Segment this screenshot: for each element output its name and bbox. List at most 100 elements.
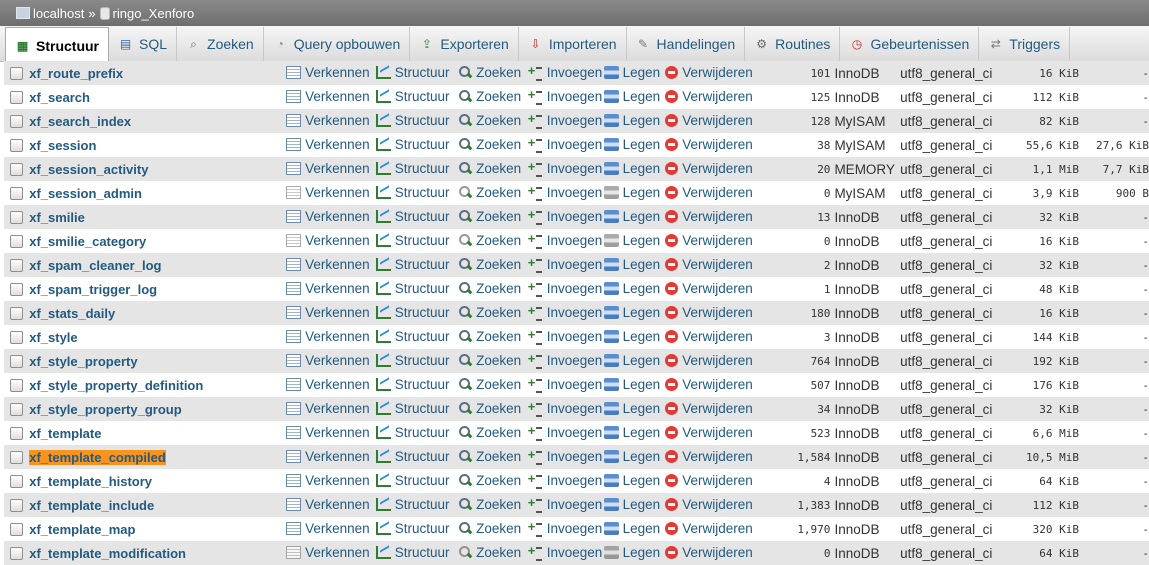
empty-action[interactable]: Legen <box>603 137 660 152</box>
table-name-link[interactable]: xf_session_activity <box>29 162 148 177</box>
table-name-link[interactable]: xf_route_prefix <box>29 66 123 81</box>
search-action[interactable]: Zoeken <box>459 209 521 224</box>
row-checkbox[interactable] <box>10 547 24 561</box>
insert-action[interactable]: Invoegen <box>528 87 602 105</box>
search-action[interactable]: Zoeken <box>459 161 521 176</box>
search-action[interactable]: Zoeken <box>459 545 521 560</box>
browse-action[interactable]: Verkennen <box>286 449 370 464</box>
table-name-link[interactable]: xf_smilie_category <box>29 234 146 249</box>
search-action[interactable]: Zoeken <box>459 329 521 344</box>
structure-action[interactable]: Structuur <box>375 161 450 176</box>
row-checkbox[interactable] <box>10 427 24 441</box>
empty-action[interactable]: Legen <box>603 281 660 296</box>
search-action[interactable]: Zoeken <box>459 185 521 200</box>
table-name-link[interactable]: xf_smilie <box>29 210 85 225</box>
browse-action[interactable]: Verkennen <box>286 353 370 368</box>
search-action[interactable]: Zoeken <box>459 401 521 416</box>
structure-action[interactable]: Structuur <box>375 329 450 344</box>
insert-action[interactable]: Invoegen <box>528 447 602 465</box>
empty-action[interactable]: Legen <box>603 473 660 488</box>
table-name-link[interactable]: xf_search_index <box>29 114 131 129</box>
tab-query-opbouwen[interactable]: ◔ Query opbouwen <box>264 27 411 61</box>
server-label[interactable]: localhost <box>33 6 84 21</box>
insert-action[interactable]: Invoegen <box>528 519 602 537</box>
row-checkbox[interactable] <box>10 499 24 513</box>
browse-action[interactable]: Verkennen <box>286 401 370 416</box>
table-name-link[interactable]: xf_template <box>29 426 101 441</box>
empty-action[interactable]: Legen <box>603 545 660 560</box>
insert-action[interactable]: Invoegen <box>528 471 602 489</box>
drop-action[interactable]: Verwijderen <box>665 233 753 248</box>
structure-action[interactable]: Structuur <box>375 185 450 200</box>
empty-action[interactable]: Legen <box>603 233 660 248</box>
drop-action[interactable]: Verwijderen <box>665 377 753 392</box>
structure-action[interactable]: Structuur <box>375 281 450 296</box>
table-name-link[interactable]: xf_session <box>29 138 96 153</box>
empty-action[interactable]: Legen <box>603 329 660 344</box>
structure-action[interactable]: Structuur <box>375 425 450 440</box>
structure-action[interactable]: Structuur <box>375 305 450 320</box>
row-checkbox[interactable] <box>10 307 24 321</box>
drop-action[interactable]: Verwijderen <box>665 209 753 224</box>
row-checkbox[interactable] <box>10 211 24 225</box>
insert-action[interactable]: Invoegen <box>528 495 602 513</box>
table-name-link[interactable]: xf_session_admin <box>29 186 142 201</box>
row-checkbox[interactable] <box>10 403 24 417</box>
empty-action[interactable]: Legen <box>603 305 660 320</box>
drop-action[interactable]: Verwijderen <box>665 89 753 104</box>
search-action[interactable]: Zoeken <box>459 257 521 272</box>
insert-action[interactable]: Invoegen <box>528 111 602 129</box>
row-checkbox[interactable] <box>10 355 24 369</box>
tab-sql[interactable]: ▤ SQL <box>109 27 178 61</box>
insert-action[interactable]: Invoegen <box>528 543 602 561</box>
tab-routines[interactable]: ⚙ Routines <box>745 27 841 61</box>
search-action[interactable]: Zoeken <box>459 281 521 296</box>
table-name-link[interactable]: xf_stats_daily <box>29 306 115 321</box>
structure-action[interactable]: Structuur <box>375 353 450 368</box>
breadcrumb-server[interactable]: localhost <box>16 6 84 21</box>
row-checkbox[interactable] <box>10 475 24 489</box>
structure-action[interactable]: Structuur <box>375 209 450 224</box>
empty-action[interactable]: Legen <box>603 449 660 464</box>
row-checkbox[interactable] <box>10 163 24 177</box>
search-action[interactable]: Zoeken <box>459 473 521 488</box>
tab-structuur[interactable]: ▦ Structuur <box>5 27 109 63</box>
insert-action[interactable]: Invoegen <box>528 375 602 393</box>
search-action[interactable]: Zoeken <box>459 305 521 320</box>
drop-action[interactable]: Verwijderen <box>665 449 753 464</box>
row-checkbox[interactable] <box>10 67 24 81</box>
insert-action[interactable]: Invoegen <box>528 207 602 225</box>
drop-action[interactable]: Verwijderen <box>665 521 753 536</box>
browse-action[interactable]: Verkennen <box>286 209 370 224</box>
structure-action[interactable]: Structuur <box>375 89 450 104</box>
insert-action[interactable]: Invoegen <box>528 63 602 81</box>
insert-action[interactable]: Invoegen <box>528 135 602 153</box>
structure-action[interactable]: Structuur <box>375 137 450 152</box>
row-checkbox[interactable] <box>10 331 24 345</box>
search-action[interactable]: Zoeken <box>459 113 521 128</box>
row-checkbox[interactable] <box>10 283 24 297</box>
insert-action[interactable]: Invoegen <box>528 423 602 441</box>
empty-action[interactable]: Legen <box>603 209 660 224</box>
insert-action[interactable]: Invoegen <box>528 303 602 321</box>
row-checkbox[interactable] <box>10 139 24 153</box>
search-action[interactable]: Zoeken <box>459 377 521 392</box>
structure-action[interactable]: Structuur <box>375 473 450 488</box>
search-action[interactable]: Zoeken <box>459 425 521 440</box>
empty-action[interactable]: Legen <box>603 353 660 368</box>
tab-handelingen[interactable]: ✎ Handelingen <box>627 27 746 61</box>
drop-action[interactable]: Verwijderen <box>665 113 753 128</box>
search-action[interactable]: Zoeken <box>459 89 521 104</box>
breadcrumb-database[interactable]: ringo_Xenforo <box>99 6 195 21</box>
search-action[interactable]: Zoeken <box>459 449 521 464</box>
insert-action[interactable]: Invoegen <box>528 255 602 273</box>
empty-action[interactable]: Legen <box>603 185 660 200</box>
table-name-link[interactable]: xf_style_property_definition <box>29 378 203 393</box>
drop-action[interactable]: Verwijderen <box>665 161 753 176</box>
row-checkbox[interactable] <box>10 187 24 201</box>
structure-action[interactable]: Structuur <box>375 497 450 512</box>
table-name-link[interactable]: xf_spam_cleaner_log <box>29 258 161 273</box>
row-checkbox[interactable] <box>10 259 24 273</box>
insert-action[interactable]: Invoegen <box>528 399 602 417</box>
database-label[interactable]: ringo_Xenforo <box>113 6 195 21</box>
